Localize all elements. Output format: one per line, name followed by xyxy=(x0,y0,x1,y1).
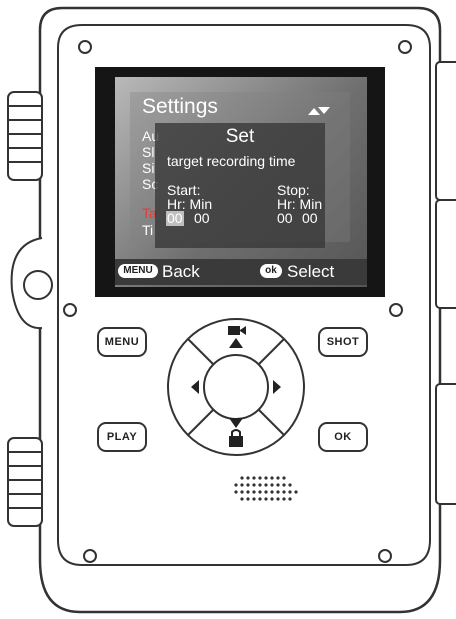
dpad-center xyxy=(203,354,269,420)
dpad-up-button[interactable] xyxy=(216,322,256,356)
menu-item[interactable]: Si xyxy=(142,160,154,176)
page-arrows-icon xyxy=(308,107,330,115)
stop-hour-field[interactable]: 00 xyxy=(276,211,294,226)
shot-button[interactable]: SHOT xyxy=(318,327,368,357)
menu-item[interactable]: Sl xyxy=(142,144,154,160)
strap-clip-bottom xyxy=(7,437,43,527)
dpad-left-button[interactable] xyxy=(180,372,210,402)
back-softkey-label[interactable]: Back xyxy=(162,263,200,281)
dialog-title: Set xyxy=(225,126,255,147)
softkey-bar: MENU Back ok Select xyxy=(115,259,367,285)
lock-icon xyxy=(229,418,243,447)
dialog-subtitle: target recording time xyxy=(167,153,296,169)
set-time-dialog: Set target recording time Start: Stop: H… xyxy=(155,123,325,248)
start-hour-field[interactable]: 00 xyxy=(166,211,184,226)
select-softkey-label[interactable]: Select xyxy=(287,263,334,281)
arrow-right-icon xyxy=(273,380,281,394)
lcd-display: Settings Au Sl Si Sc Ta Ti Set target re… xyxy=(115,77,367,287)
lcd-screen-bezel: Settings Au Sl Si Sc Ta Ti Set target re… xyxy=(95,67,385,297)
menu-key-badge: MENU xyxy=(118,264,158,278)
ok-key-badge: ok xyxy=(260,264,282,278)
video-camera-icon xyxy=(228,326,246,348)
ok-button[interactable]: OK xyxy=(318,422,368,452)
stop-minute-field[interactable]: 00 xyxy=(301,211,319,226)
start-minute-field[interactable]: 00 xyxy=(193,211,211,226)
menu-item[interactable]: Ti xyxy=(142,222,153,238)
play-button[interactable]: PLAY xyxy=(97,422,147,452)
arrow-left-icon xyxy=(191,380,199,394)
menu-button[interactable]: MENU xyxy=(97,327,147,357)
dpad-right-button[interactable] xyxy=(262,372,292,402)
dpad-down-button[interactable] xyxy=(216,414,256,454)
strap-clip-top xyxy=(7,91,43,181)
settings-title: Settings xyxy=(142,95,218,118)
